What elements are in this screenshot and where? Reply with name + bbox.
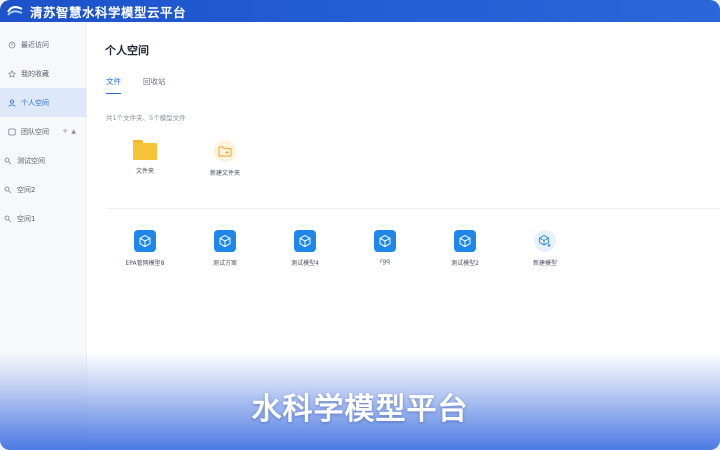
model-card-rgq[interactable]: rgq xyxy=(350,230,420,265)
team-small-icon xyxy=(4,157,12,165)
page-title: 个人空间 xyxy=(105,44,149,57)
model-card-test-scheme[interactable]: 测试方案 xyxy=(190,230,260,267)
model-card-test-model-2[interactable]: 测试模型2 xyxy=(430,230,500,267)
tab-files[interactable]: 文件 xyxy=(106,76,121,94)
sidebar-item-favorites[interactable]: 我的收藏 xyxy=(0,59,86,88)
cube-icon xyxy=(214,230,236,252)
new-model-label: 新建模型 xyxy=(532,260,557,267)
app-header: 清苏智慧水科学模型云平台 xyxy=(0,0,720,22)
app-title: 清苏智慧水科学模型云平台 xyxy=(30,4,187,20)
sidebar-item-label: 空间2 xyxy=(17,185,36,194)
sidebar-item-label: 空间1 xyxy=(17,214,36,223)
wave-logo-icon xyxy=(6,4,24,18)
new-folder-icon xyxy=(214,140,236,162)
team-small-icon xyxy=(4,186,12,194)
tab-recycle-bin[interactable]: 回收站 xyxy=(143,76,166,94)
sidebar-item-label: 我的收藏 xyxy=(21,69,49,78)
person-icon xyxy=(8,99,16,107)
cube-icon xyxy=(454,230,476,252)
model-card-test-model-4[interactable]: 测试模型4 xyxy=(270,230,340,267)
caption-title: 水科学模型平台 xyxy=(251,392,469,427)
model-label: 测试模型2 xyxy=(451,260,479,267)
cube-icon xyxy=(374,230,396,252)
cube-icon xyxy=(134,230,156,252)
model-card-epa8[interactable]: EPA管网模型8 xyxy=(110,230,180,267)
sidebar-item-personal-space[interactable]: 个人空间 xyxy=(0,88,86,117)
sidebar-item-recent[interactable]: 最近访问 xyxy=(0,30,86,59)
tab-bar: 文件 回收站 xyxy=(106,76,188,94)
sidebar-item-team-space[interactable]: 团队空间 + ▲ xyxy=(0,117,86,146)
star-icon xyxy=(8,69,16,78)
folder-icon xyxy=(133,140,157,160)
team-small-icon xyxy=(4,215,12,223)
section-divider xyxy=(106,208,720,209)
collapse-caret-icon[interactable]: ▲ xyxy=(71,128,76,135)
file-count-hint: 共1个文件夹、5个模型文件 xyxy=(106,114,186,122)
model-label: EPA管网模型8 xyxy=(125,260,165,267)
new-model-card[interactable]: 新建模型 xyxy=(510,230,580,267)
folder-card[interactable]: 文件夹 xyxy=(110,140,180,175)
new-folder-label: 新建文件夹 xyxy=(209,170,240,177)
team-icon xyxy=(8,128,16,136)
sidebar-item-space-2[interactable]: 空间2 xyxy=(0,175,86,204)
sidebar-item-label: 最近访问 xyxy=(21,40,49,49)
sidebar-item-label: 测试空间 xyxy=(17,156,45,165)
clock-icon xyxy=(8,41,16,49)
app-window: 清苏智慧水科学模型云平台 最近访问 我的收藏 个人空间 团队空间 + ▲ 测试空… xyxy=(0,0,720,450)
sidebar-item-label: 团队空间 xyxy=(21,127,49,136)
model-label: rgq xyxy=(380,258,390,265)
sidebar-item-space-1[interactable]: 空间1 xyxy=(0,204,86,233)
sidebar-item-test-space[interactable]: 测试空间 xyxy=(0,146,86,175)
new-cube-icon xyxy=(534,230,556,252)
model-label: 测试模型4 xyxy=(291,260,319,267)
cube-icon xyxy=(294,230,316,252)
folder-label: 文件夹 xyxy=(135,168,154,175)
sidebar-item-label: 个人空间 xyxy=(21,98,49,107)
add-team-button[interactable]: + xyxy=(62,127,68,135)
new-folder-card[interactable]: 新建文件夹 xyxy=(190,140,260,177)
model-label: 测试方案 xyxy=(212,260,237,267)
